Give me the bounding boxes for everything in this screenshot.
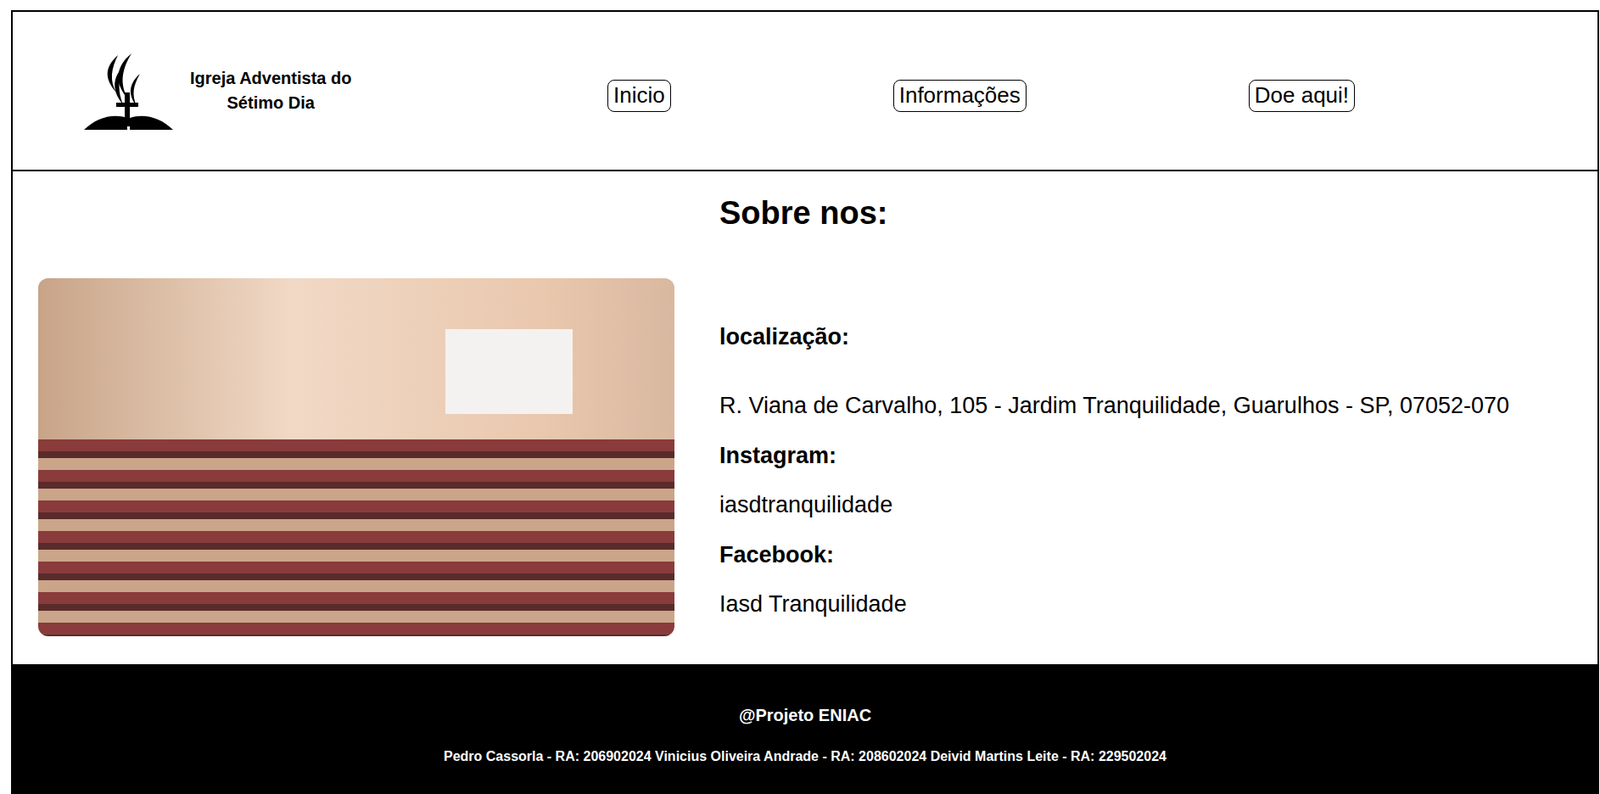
info-label: Instagram: — [719, 441, 1510, 470]
nav-button[interactable]: Informações — [893, 79, 1027, 112]
info-value: R. Viana de Carvalho, 105 - Jardim Tranq… — [719, 391, 1510, 420]
info-label: localização: — [719, 323, 1510, 351]
church-logo-icon — [83, 50, 174, 132]
about-heading: Sobre nos: — [719, 195, 1510, 233]
info-value: iasdtranquilidade — [719, 491, 1510, 519]
info-column: Sobre nos: localização: R. Viana de Carv… — [719, 171, 1510, 665]
photo-wall — [38, 278, 675, 440]
footer-credits: Pedro Cassorla - RA: 206902024 Vinicius … — [21, 748, 1589, 766]
footer-title: @Projeto ENIAC — [21, 704, 1589, 726]
page: Igreja Adventista doSétimo Dia Inicio Inf… — [11, 10, 1600, 794]
nav: Inicio Informações Doe aqui! — [607, 79, 1355, 112]
info-label: Facebook: — [719, 541, 1510, 569]
photo-screen — [445, 329, 573, 414]
photo-pews — [38, 439, 675, 637]
header: Igreja Adventista doSétimo Dia Inicio Inf… — [12, 11, 1598, 172]
brand-line: Sétimo Dia — [227, 90, 315, 116]
nav-button[interactable]: Doe aqui! — [1248, 79, 1355, 112]
brand-line: Igreja Adventista do — [190, 66, 352, 91]
about-section: Sobre nos: localização: R. Viana de Carv… — [12, 171, 1598, 665]
brand[interactable]: Igreja Adventista doSétimo Dia — [83, 50, 608, 132]
info-value: Iasd Tranquilidade — [719, 590, 1510, 618]
nav-button[interactable]: Inicio — [607, 79, 672, 112]
brand-name: Igreja Adventista doSétimo Dia — [190, 66, 352, 116]
footer: @Projeto ENIAC Pedro Cassorla - RA: 2069… — [12, 664, 1598, 794]
church-photo — [38, 278, 675, 637]
